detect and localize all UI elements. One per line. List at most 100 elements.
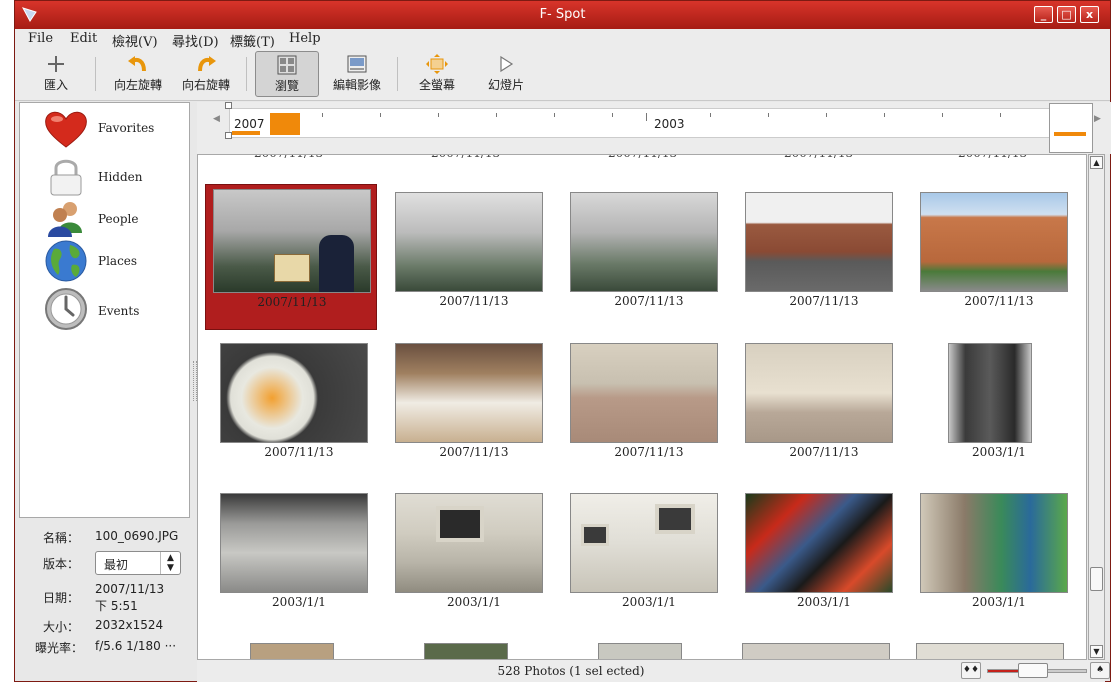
timeline-tick: [768, 113, 769, 117]
timeline-tick: [438, 113, 439, 117]
status-bar: 528 Photos (1 sel ected) ♦♦ ♠: [197, 660, 1110, 682]
timeline-tick: [826, 113, 827, 117]
photo-grid[interactable]: 2007/11/13 2007/11/13 2007/11/13 2007/11…: [197, 154, 1087, 660]
import-button[interactable]: 匯入: [31, 51, 81, 97]
slideshow-label: 幻燈片: [487, 78, 524, 92]
browse-icon: [277, 55, 297, 75]
photo-cell[interactable]: 2003/1/1: [388, 485, 560, 631]
timeline-start-handle[interactable]: [225, 132, 232, 139]
rotate-right-label: 向右旋轉: [181, 78, 230, 92]
sidebar-item-events[interactable]: Events: [20, 287, 190, 333]
photo-thumbnail: [920, 493, 1068, 593]
import-label: 匯入: [43, 78, 68, 92]
slideshow-button[interactable]: 幻燈片: [475, 51, 537, 97]
title-bar[interactable]: F- Spot _ □ x: [15, 1, 1110, 29]
date-label: 日期：: [42, 591, 79, 605]
timeline-tick: [710, 113, 711, 117]
timeline-tick: [942, 113, 943, 117]
time-value: 下 5:51: [95, 599, 138, 613]
menu-tags[interactable]: 標籤(T): [230, 31, 275, 50]
rotate-left-label: 向左旋轉: [113, 78, 162, 92]
photo-date: 2007/11/13: [789, 445, 859, 459]
rotate-left-button[interactable]: 向左旋轉: [107, 51, 169, 97]
photo-date: 2003/1/1: [972, 445, 1026, 459]
photo-cell[interactable]: 2007/11/13: [213, 335, 385, 481]
photo-cell[interactable]: 2003/1/1: [738, 485, 910, 631]
photo-cell[interactable]: 2007/11/13: [738, 335, 910, 481]
timeline-start-handle[interactable]: [225, 102, 232, 109]
timeline-overview[interactable]: [1049, 103, 1093, 153]
photo-cell[interactable]: 2003/1/1: [913, 335, 1085, 481]
sidebar-item-label: Favorites: [98, 121, 155, 135]
photo-thumbnail: [213, 189, 371, 293]
globe-icon: [45, 240, 87, 282]
photo-cell[interactable]: 2007/11/13: [563, 184, 735, 330]
photo-cell[interactable]: 2007/11/13: [913, 184, 1085, 330]
rotate-right-button[interactable]: 向右旋轉: [175, 51, 237, 97]
photo-info-panel: 名稱： 100_0690.JPG 版本： 最初 ▲ ▼ 日期： 2007/11/1…: [19, 521, 190, 671]
timeline-left-arrow-icon[interactable]: ◀: [213, 114, 220, 124]
photo-cell[interactable]: 2007/11/13: [388, 335, 560, 481]
edit-image-button[interactable]: 編輯影像: [325, 51, 389, 97]
scrollbar-thumb[interactable]: [1090, 567, 1103, 591]
timeline-bar: [232, 131, 260, 135]
photo-thumbnail[interactable]: [742, 643, 890, 659]
browse-button[interactable]: 瀏覽: [255, 51, 319, 97]
sidebar-item-label: People: [98, 212, 139, 226]
menu-help[interactable]: Help: [289, 31, 321, 46]
partial-date-label: 2007/11/13: [608, 155, 677, 160]
zoom-slider[interactable]: [987, 663, 1087, 678]
photo-cell[interactable]: 2003/1/1: [913, 485, 1085, 631]
version-select[interactable]: 最初 ▲ ▼: [95, 551, 181, 575]
menu-edit[interactable]: Edit: [70, 31, 97, 46]
fullscreen-button[interactable]: 全螢幕: [407, 51, 467, 97]
photo-thumbnail: [220, 493, 368, 593]
menu-view[interactable]: 檢視(V): [112, 31, 158, 50]
tag-sidebar: Favorites Hidden People Places Events: [19, 102, 190, 518]
scroll-down-icon[interactable]: ▼: [1090, 645, 1103, 658]
timeline[interactable]: ◀ 2007 2003 ▶: [197, 102, 1111, 154]
photo-date: 2007/11/13: [614, 294, 684, 308]
photo-thumbnail: [745, 493, 893, 593]
zoom-slider-knob[interactable]: [1018, 663, 1048, 678]
sidebar-item-hidden[interactable]: Hidden: [20, 155, 190, 201]
photo-cell[interactable]: 2007/11/13: [388, 184, 560, 330]
sidebar-item-label: Events: [98, 304, 140, 318]
timeline-tick: [884, 113, 885, 117]
menu-file[interactable]: File: [28, 31, 53, 46]
photo-thumbnail: [745, 192, 893, 292]
menu-find[interactable]: 尋找(D): [172, 31, 219, 50]
close-button[interactable]: x: [1080, 6, 1099, 23]
photo-thumbnail: [920, 192, 1068, 292]
minimize-button[interactable]: _: [1034, 6, 1053, 23]
photo-cell[interactable]: 2003/1/1: [563, 485, 735, 631]
photo-thumbnail[interactable]: [424, 643, 508, 659]
scroll-up-icon[interactable]: ▲: [1090, 156, 1103, 169]
zoom-in-button[interactable]: ♠: [1090, 662, 1110, 679]
photo-thumbnail[interactable]: [598, 643, 682, 659]
photo-thumbnail[interactable]: [916, 643, 1064, 659]
timeline-track[interactable]: 2007 2003: [229, 108, 1059, 138]
timeline-year-start: 2007: [234, 117, 265, 131]
photo-thumbnail: [395, 493, 543, 593]
photo-cell[interactable]: 2003/1/1: [213, 485, 385, 631]
photo-cell[interactable]: 2007/11/13: [738, 184, 910, 330]
rotate-left-icon: [128, 56, 146, 72]
play-icon: [500, 55, 514, 73]
version-value: 最初: [104, 558, 129, 572]
zoom-out-button[interactable]: ♦♦: [961, 662, 981, 679]
sidebar-item-people[interactable]: People: [20, 197, 190, 243]
timeline-tick: [496, 113, 497, 117]
timeline-right-arrow-icon[interactable]: ▶: [1094, 114, 1101, 124]
timeline-range-selector[interactable]: [270, 113, 300, 135]
sidebar-item-places[interactable]: Places: [20, 239, 190, 285]
photo-date: 2007/11/13: [264, 445, 334, 459]
version-label: 版本：: [42, 557, 79, 571]
photo-date: 2007/11/13: [964, 294, 1034, 308]
maximize-button[interactable]: □: [1057, 6, 1076, 23]
sidebar-item-favorites[interactable]: Favorites: [20, 105, 190, 151]
photo-cell[interactable]: 2007/11/13: [205, 184, 377, 330]
photo-cell[interactable]: 2007/11/13: [563, 335, 735, 481]
vertical-scrollbar[interactable]: ▲ ▼: [1088, 154, 1105, 660]
photo-thumbnail[interactable]: [250, 643, 334, 659]
